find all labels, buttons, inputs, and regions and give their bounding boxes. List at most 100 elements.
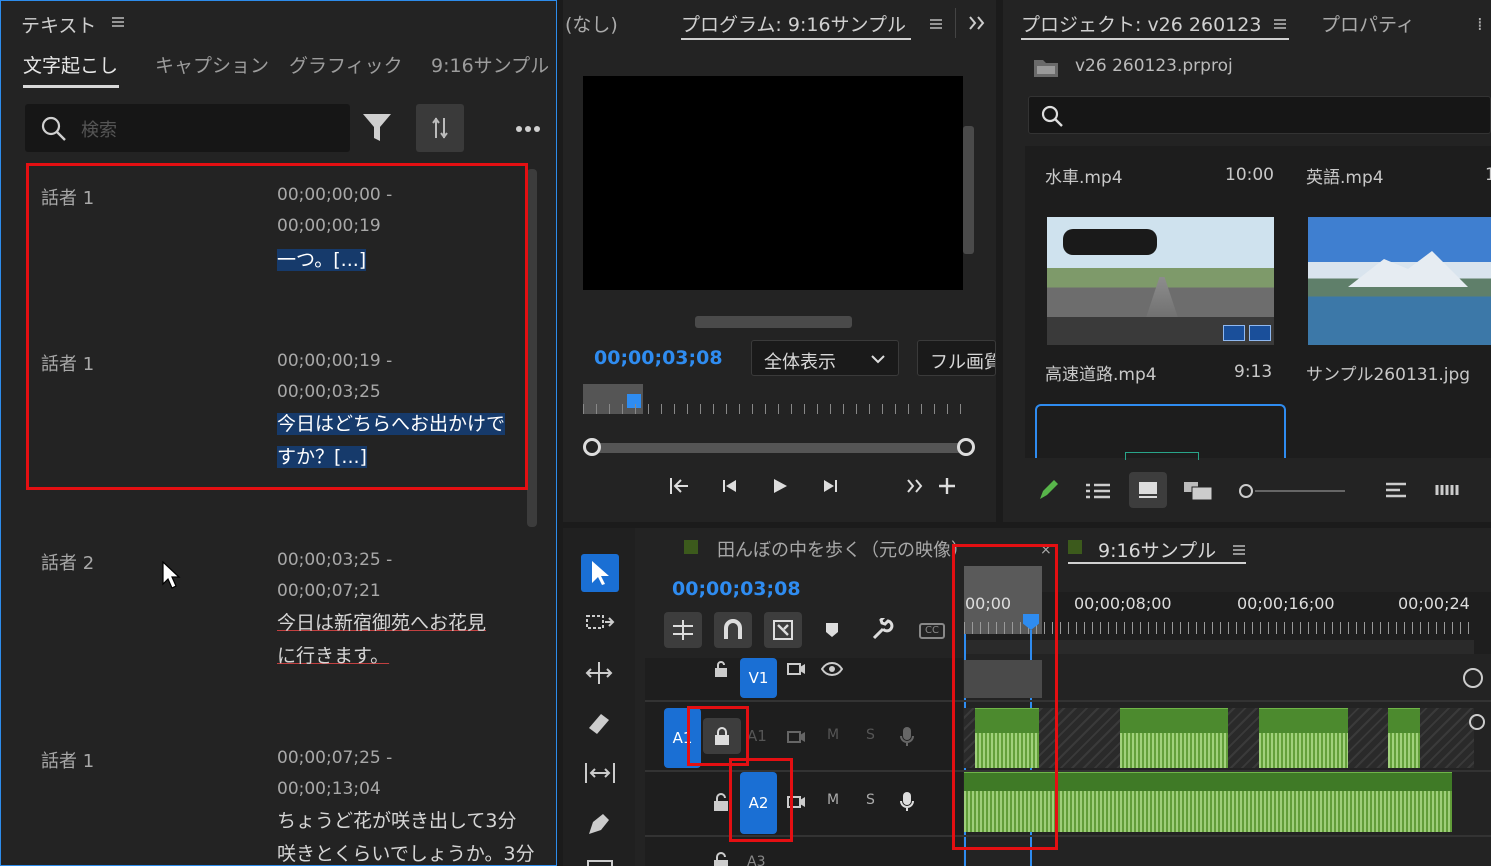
a3-track-label[interactable]: A3: [747, 854, 765, 866]
wrench-icon[interactable]: [871, 618, 895, 642]
horizontal-scrollbar[interactable]: [695, 316, 852, 328]
close-tab-icon[interactable]: ×: [1040, 542, 1052, 558]
quality-dropdown[interactable]: フル画質: [917, 340, 996, 376]
tab-graphics[interactable]: グラフィック: [289, 51, 403, 78]
selected-media-item[interactable]: [1035, 404, 1286, 460]
solo-button[interactable]: S: [866, 792, 875, 808]
speaker-label[interactable]: 話者 1: [41, 747, 94, 773]
mute-button[interactable]: M: [827, 792, 839, 808]
a2-target-button[interactable]: A2: [740, 772, 777, 834]
track-scroll-handle[interactable]: [1463, 668, 1483, 688]
play-icon[interactable]: [771, 477, 789, 495]
audio-clip[interactable]: [975, 708, 1039, 768]
slip-icon[interactable]: [583, 760, 617, 786]
panel-menu-icon[interactable]: [1232, 543, 1246, 557]
speaker-label[interactable]: 話者 1: [41, 350, 94, 376]
step-back-icon[interactable]: [721, 478, 741, 494]
program-timecode[interactable]: 00;00;03;08: [594, 347, 723, 369]
a1-lock-button[interactable]: [703, 718, 741, 754]
search-input[interactable]: 検索: [25, 104, 350, 152]
source-label[interactable]: (なし): [565, 10, 618, 37]
razor-icon[interactable]: [585, 710, 613, 736]
transcript-scrollbar[interactable]: [527, 169, 537, 527]
ripple-edit-icon[interactable]: [585, 660, 617, 686]
mute-button[interactable]: M: [827, 727, 839, 743]
sync-lock-icon[interactable]: [786, 661, 806, 677]
marker-icon[interactable]: [825, 622, 839, 638]
transcript-text[interactable]: すか？[...]: [277, 442, 367, 469]
icon-view-button[interactable]: [1129, 472, 1167, 508]
v1-track-region[interactable]: [964, 660, 1042, 698]
timeline-scroll-bar[interactable]: [964, 640, 1474, 654]
eye-icon[interactable]: [821, 661, 843, 677]
transcript-line[interactable]: 今日は新宿御苑へお花見: [277, 608, 486, 635]
transcript-line[interactable]: すか？[...]: [277, 446, 367, 468]
project-title[interactable]: プロジェクト: v26 260123: [1021, 10, 1261, 37]
pen-icon[interactable]: [585, 810, 613, 838]
a1-track-label[interactable]: A1: [747, 727, 767, 745]
nest-button[interactable]: [664, 612, 702, 648]
transcript-line[interactable]: 今日はどちらへお出かけで: [277, 413, 506, 435]
zoom-scroll-bar[interactable]: [583, 438, 975, 458]
microphone-icon[interactable]: [899, 726, 915, 748]
transcript-text[interactable]: 一つ。[...]: [277, 245, 367, 272]
speaker-label[interactable]: 話者 1: [41, 184, 94, 210]
filter-icon[interactable]: [361, 111, 393, 145]
audio-clip[interactable]: [964, 772, 1452, 832]
track-select-icon[interactable]: [585, 610, 617, 636]
tab-sequence-original[interactable]: 田んぼの中を歩く（元の映像）: [717, 536, 967, 562]
go-to-in-icon[interactable]: [668, 476, 692, 496]
zoom-slider-handle[interactable]: [1239, 484, 1253, 498]
transcript-line[interactable]: に行きます。: [277, 641, 389, 668]
tab-transcript[interactable]: 文字起こし: [23, 51, 118, 78]
automate-icon[interactable]: [1435, 482, 1461, 498]
add-button-icon[interactable]: [937, 476, 957, 496]
microphone-icon[interactable]: [899, 791, 915, 813]
step-forward-icon[interactable]: [819, 478, 839, 494]
sort-icon[interactable]: [1385, 481, 1407, 499]
more-buttons-icon[interactable]: [906, 478, 926, 494]
expand-panels-icon[interactable]: [968, 15, 986, 31]
snap-button[interactable]: [714, 612, 752, 648]
project-search-input[interactable]: [1028, 96, 1491, 134]
pencil-icon[interactable]: [1037, 478, 1059, 502]
freeform-view-icon[interactable]: [1183, 481, 1213, 501]
media-name[interactable]: 高速道路.mp4: [1045, 360, 1157, 385]
media-name[interactable]: 水車.mp4: [1045, 163, 1123, 188]
v1-target-button[interactable]: V1: [740, 658, 777, 698]
transcript-line[interactable]: ちょうど花が咲き出して3分: [277, 806, 517, 833]
transcript-text[interactable]: 今日はどちらへお出かけで: [277, 409, 506, 436]
vertical-scrollbar[interactable]: [963, 126, 974, 254]
panel-menu-icon[interactable]: [1273, 17, 1287, 31]
lake-thumbnail[interactable]: [1308, 217, 1491, 345]
transcript-line[interactable]: 一つ。[...]: [277, 249, 367, 271]
tab-sequence[interactable]: 9:16サンプル: [431, 51, 549, 78]
sync-lock-icon[interactable]: [786, 794, 806, 810]
captions-icon[interactable]: CC: [919, 623, 945, 639]
audio-clip[interactable]: [1388, 708, 1420, 768]
audio-clip[interactable]: [1259, 708, 1348, 768]
lock-icon[interactable]: [713, 852, 729, 866]
panel-menu-icon[interactable]: [929, 17, 943, 31]
sort-button[interactable]: [416, 104, 464, 152]
zoom-dropdown[interactable]: 全体表示: [751, 340, 899, 376]
speaker-label[interactable]: 話者 2: [41, 549, 94, 575]
panel-menu-icon[interactable]: ⁞: [1477, 14, 1483, 35]
lock-icon[interactable]: [713, 792, 729, 812]
hand-tool-icon[interactable]: [587, 860, 613, 866]
audio-clip[interactable]: [1120, 708, 1228, 768]
list-view-icon[interactable]: [1085, 482, 1111, 500]
tab-properties[interactable]: プロパティ: [1321, 10, 1415, 37]
panel-menu-icon[interactable]: [111, 15, 125, 29]
track-scroll-handle[interactable]: [1469, 714, 1485, 730]
a1-source-patch-button[interactable]: A1: [664, 708, 701, 768]
program-title[interactable]: プログラム: 9:16サンプル: [681, 10, 906, 37]
timeline-timecode[interactable]: 00;00;03;08: [672, 578, 801, 600]
solo-button[interactable]: S: [866, 727, 875, 743]
linked-selection-button[interactable]: [764, 612, 802, 648]
transcript-line[interactable]: 咲きとくらいでしょうか。3分: [277, 839, 535, 866]
media-name[interactable]: サンプル260131.jpg: [1306, 360, 1470, 385]
media-name[interactable]: 英語.mp4: [1306, 163, 1384, 188]
program-video-frame[interactable]: [583, 76, 963, 290]
selection-tool[interactable]: [581, 554, 619, 592]
